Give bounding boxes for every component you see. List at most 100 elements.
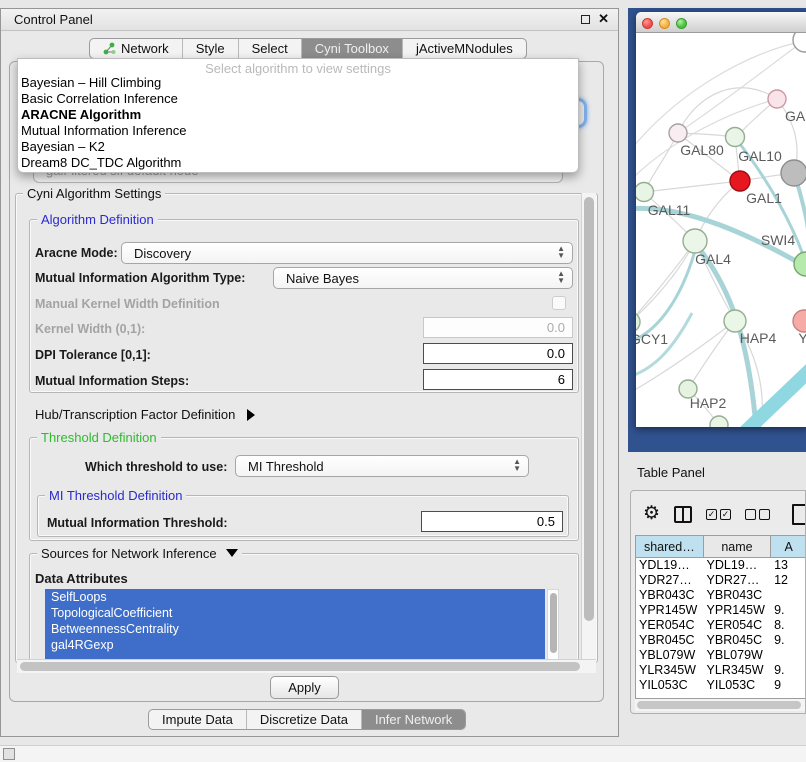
apply-button[interactable]: Apply (270, 676, 339, 699)
node-GAL80[interactable] (669, 124, 687, 142)
kernel-width-input[interactable]: 0.0 (423, 317, 573, 338)
node-SWI4[interactable] (794, 252, 806, 276)
network-view-window[interactable]: GALGAL80GAL10GAL1GAL11SWI4GAL4GCY1HAP4YH… (636, 12, 806, 427)
node-bottom-partial[interactable] (710, 416, 728, 427)
collapsed-arrow-icon (247, 409, 255, 421)
node-GAL4[interactable] (683, 229, 707, 253)
mac-close-button[interactable] (642, 18, 653, 29)
node-label: HAP4 (740, 330, 777, 346)
node-HAP4[interactable] (724, 310, 746, 332)
mi-type-combobox[interactable]: Naive Bayes ▲▼ (273, 267, 573, 289)
table-row[interactable]: YLR345WYLR345W9. (636, 663, 806, 678)
scrollbar-thumb[interactable] (584, 197, 594, 621)
tab-infer-network[interactable]: Infer Network (362, 710, 465, 729)
scrollbar-thumb[interactable] (20, 662, 580, 671)
control-panel-window: Control Panel ✕ Network Style Select Cyn… (0, 8, 619, 737)
node-label: GAL80 (680, 142, 724, 158)
table-row[interactable]: YIL053CYIL053C9 (636, 678, 806, 693)
show-all-columns-icon[interactable]: ✓✓ (706, 509, 731, 520)
tab-discretize-data[interactable]: Discretize Data (247, 710, 362, 729)
data-attributes-label: Data Attributes (35, 571, 128, 586)
table-cell: YBL079W (704, 648, 772, 663)
dpi-tolerance-input[interactable]: 0.0 (423, 343, 573, 364)
aracne-mode-combobox[interactable]: Discovery ▲▼ (121, 242, 573, 264)
attribute-item[interactable]: TopologicalCoefficient (45, 605, 545, 621)
table-toolbar: ⚙ ✓✓ (631, 499, 805, 529)
node-gray[interactable] (781, 160, 806, 186)
node-pink[interactable] (768, 90, 786, 108)
table-horizontal-scrollbar[interactable] (635, 699, 806, 711)
tab-network[interactable]: Network (90, 39, 183, 58)
sources-title[interactable]: Sources for Network Inference (37, 546, 242, 561)
table-cell: YBR043C (704, 588, 772, 603)
table-body: YDL19…YDL19…13YDR27…YDR27…12YBR043CYBR04… (636, 558, 806, 693)
node-GCY1[interactable] (636, 312, 640, 332)
network-edge[interactable] (678, 88, 777, 133)
table-row[interactable]: YER054CYER054C8. (636, 618, 806, 633)
network-edge[interactable] (688, 321, 735, 389)
tab-jactivemnodules[interactable]: jActiveMNodules (403, 39, 526, 58)
threshold-definition-title: Threshold Definition (37, 430, 161, 445)
attribute-item[interactable]: gal4RGexp (45, 637, 545, 653)
scrollbar-thumb[interactable] (637, 701, 801, 709)
table-row[interactable]: YPR145WYPR145W9. (636, 603, 806, 618)
table-row[interactable]: YBR045CYBR045C9. (636, 633, 806, 648)
algorithm-option[interactable]: ARACNE Algorithm (18, 106, 578, 122)
column-header[interactable]: name (704, 536, 772, 557)
close-icon[interactable]: ✕ (598, 11, 609, 27)
column-header[interactable]: shared… (636, 536, 704, 557)
mi-threshold-input[interactable]: 0.5 (421, 511, 563, 532)
split-columns-icon[interactable] (674, 506, 692, 523)
algorithm-definition-title: Algorithm Definition (37, 212, 158, 227)
algorithm-option[interactable]: Bayesian – Hill Climbing (18, 74, 578, 90)
table-cell: YBR045C (704, 633, 772, 648)
mi-steps-label: Mutual Information Steps: (35, 374, 189, 388)
node-GAL10[interactable] (726, 128, 745, 147)
column-header[interactable]: A (771, 536, 806, 557)
table-panel-title: Table Panel (637, 465, 705, 480)
algorithm-option[interactable]: Mutual Information Inference (18, 122, 578, 138)
tab-style[interactable]: Style (183, 39, 239, 58)
node-GAL11[interactable] (636, 183, 654, 202)
settings-vertical-scrollbar[interactable] (581, 193, 596, 665)
tab-impute-data[interactable]: Impute Data (149, 710, 247, 729)
scrollbar-thumb[interactable] (550, 593, 557, 653)
table-cell (771, 588, 806, 603)
tab-cyni-toolbox[interactable]: Cyni Toolbox (302, 39, 403, 58)
table-row[interactable]: YBL079WYBL079W (636, 648, 806, 663)
network-edge[interactable] (636, 99, 777, 183)
node-top-partial[interactable] (793, 33, 806, 52)
network-edge[interactable] (644, 133, 678, 192)
table-cell: YBR043C (636, 588, 704, 603)
mac-zoom-button[interactable] (676, 18, 687, 29)
mac-minimize-button[interactable] (659, 18, 670, 29)
new-table-icon[interactable] (792, 504, 806, 525)
float-window-icon[interactable] (581, 15, 590, 24)
algorithm-option[interactable]: Bayesian – K2 (18, 138, 578, 154)
attribute-item[interactable]: SelfLoops (45, 589, 545, 605)
network-edge[interactable] (636, 247, 696, 343)
algorithm-option[interactable]: Basic Correlation Inference (18, 90, 578, 106)
mi-steps-input[interactable]: 6 (423, 369, 573, 390)
network-edge[interactable] (644, 181, 740, 192)
table-cell: 13 (771, 558, 806, 573)
algorithm-option[interactable]: Dream8 DC_TDC Algorithm (18, 154, 578, 170)
tab-select[interactable]: Select (239, 39, 302, 58)
gear-icon[interactable]: ⚙ (643, 505, 660, 523)
hub-definition-toggle[interactable]: Hub/Transcription Factor Definition (35, 407, 255, 422)
attributes-scrollbar[interactable] (547, 589, 559, 662)
network-canvas[interactable]: GALGAL80GAL10GAL1GAL11SWI4GAL4GCY1HAP4YH… (636, 33, 806, 427)
node-salmon[interactable] (793, 310, 806, 332)
manual-kernel-checkbox[interactable] (552, 296, 566, 310)
collapsed-panel-icon[interactable] (3, 748, 15, 760)
attribute-item[interactable]: BetweennessCentrality (45, 621, 545, 637)
network-edge[interactable] (636, 241, 695, 322)
table-row[interactable]: YDR27…YDR27…12 (636, 573, 806, 588)
table-row[interactable]: YDL19…YDL19…13 (636, 558, 806, 573)
node-GAL1[interactable] (730, 171, 750, 191)
hide-all-columns-icon[interactable] (745, 509, 770, 520)
which-threshold-combobox[interactable]: MI Threshold ▲▼ (235, 455, 529, 477)
settings-horizontal-scrollbar[interactable] (17, 659, 596, 673)
table-row[interactable]: YBR043CYBR043C (636, 588, 806, 603)
node-label: GAL1 (746, 190, 782, 206)
